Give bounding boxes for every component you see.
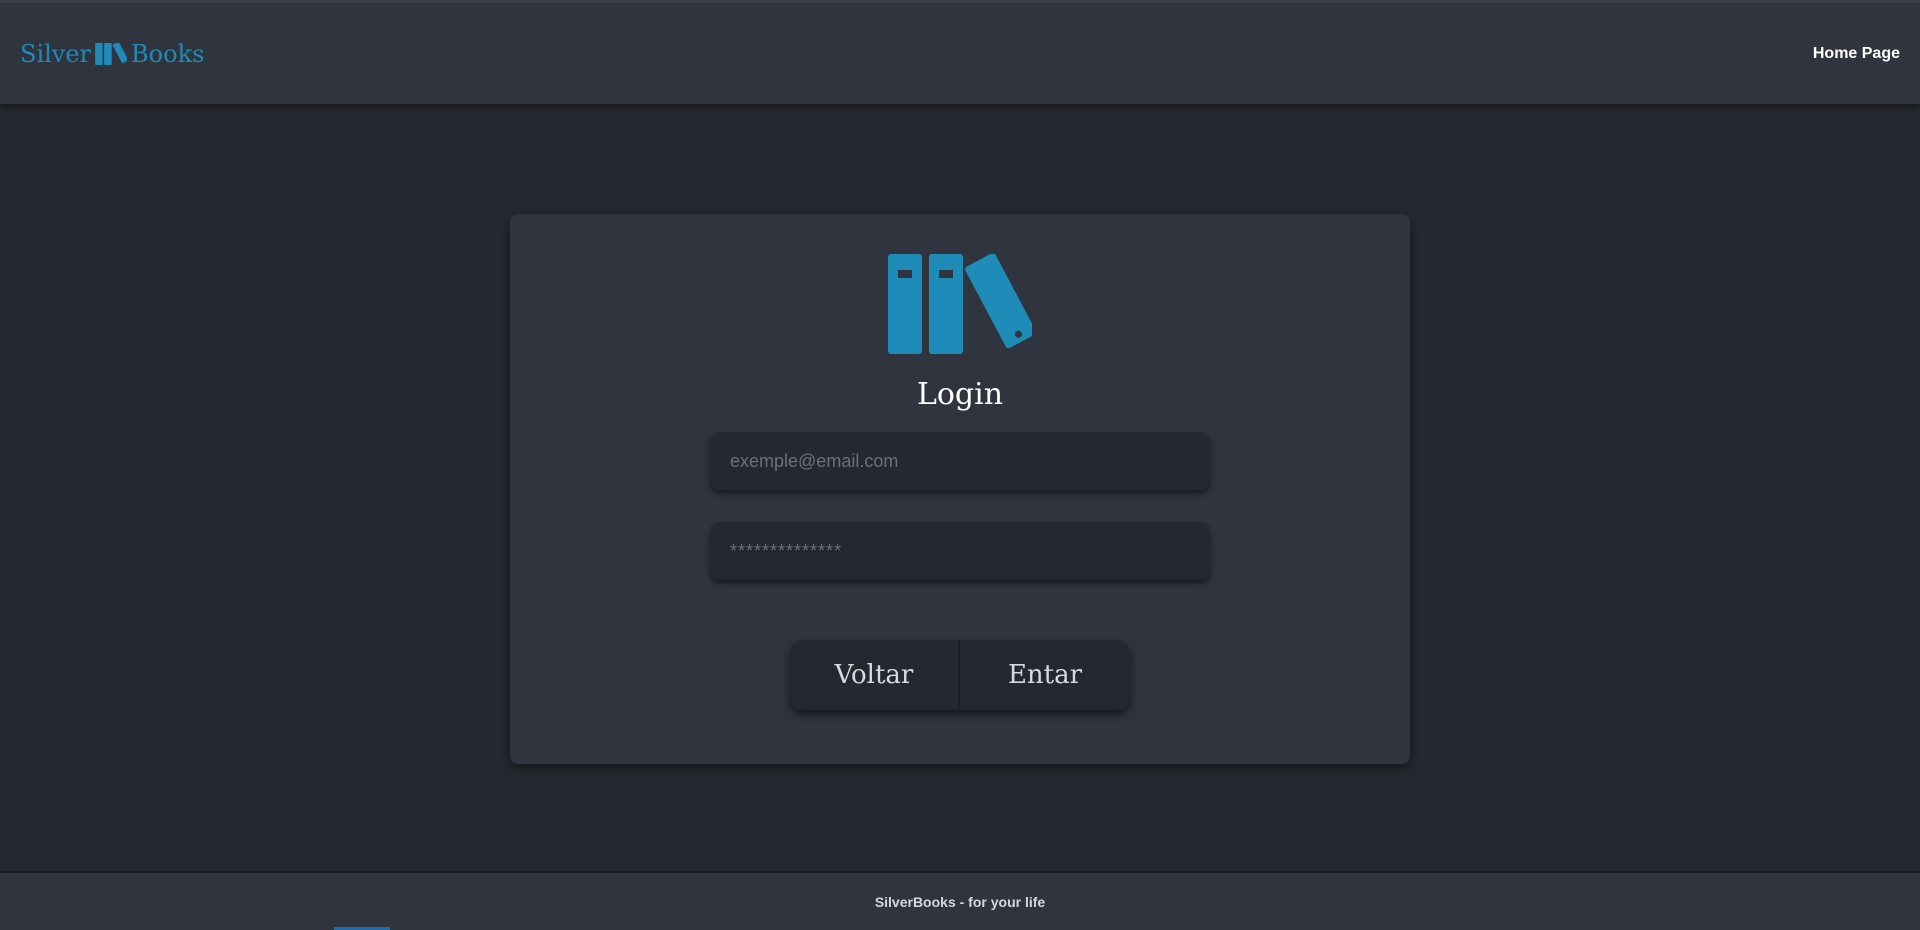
home-page-link[interactable]: Home Page (1813, 45, 1900, 63)
login-submit-button[interactable]: Entar (960, 640, 1130, 710)
brand-text-right: Books (131, 39, 205, 68)
navbar: Silver Books Home Page (0, 0, 1920, 104)
login-title: Login (916, 377, 1004, 412)
footer: SilverBooks - for your life (0, 871, 1920, 930)
books-icon (888, 253, 1037, 354)
email-field[interactable] (710, 432, 1210, 490)
brand-logo-link[interactable]: Silver Books (20, 40, 204, 68)
login-logo (888, 253, 1037, 354)
brand-text-left: Silver (20, 39, 92, 68)
login-card: Login Voltar Entar (510, 214, 1410, 764)
back-button[interactable]: Voltar (790, 640, 960, 710)
password-field[interactable] (710, 522, 1210, 580)
books-icon (95, 42, 128, 65)
login-button-group: Voltar Entar (790, 640, 1130, 710)
footer-text: SilverBooks - for your life (874, 893, 1046, 910)
